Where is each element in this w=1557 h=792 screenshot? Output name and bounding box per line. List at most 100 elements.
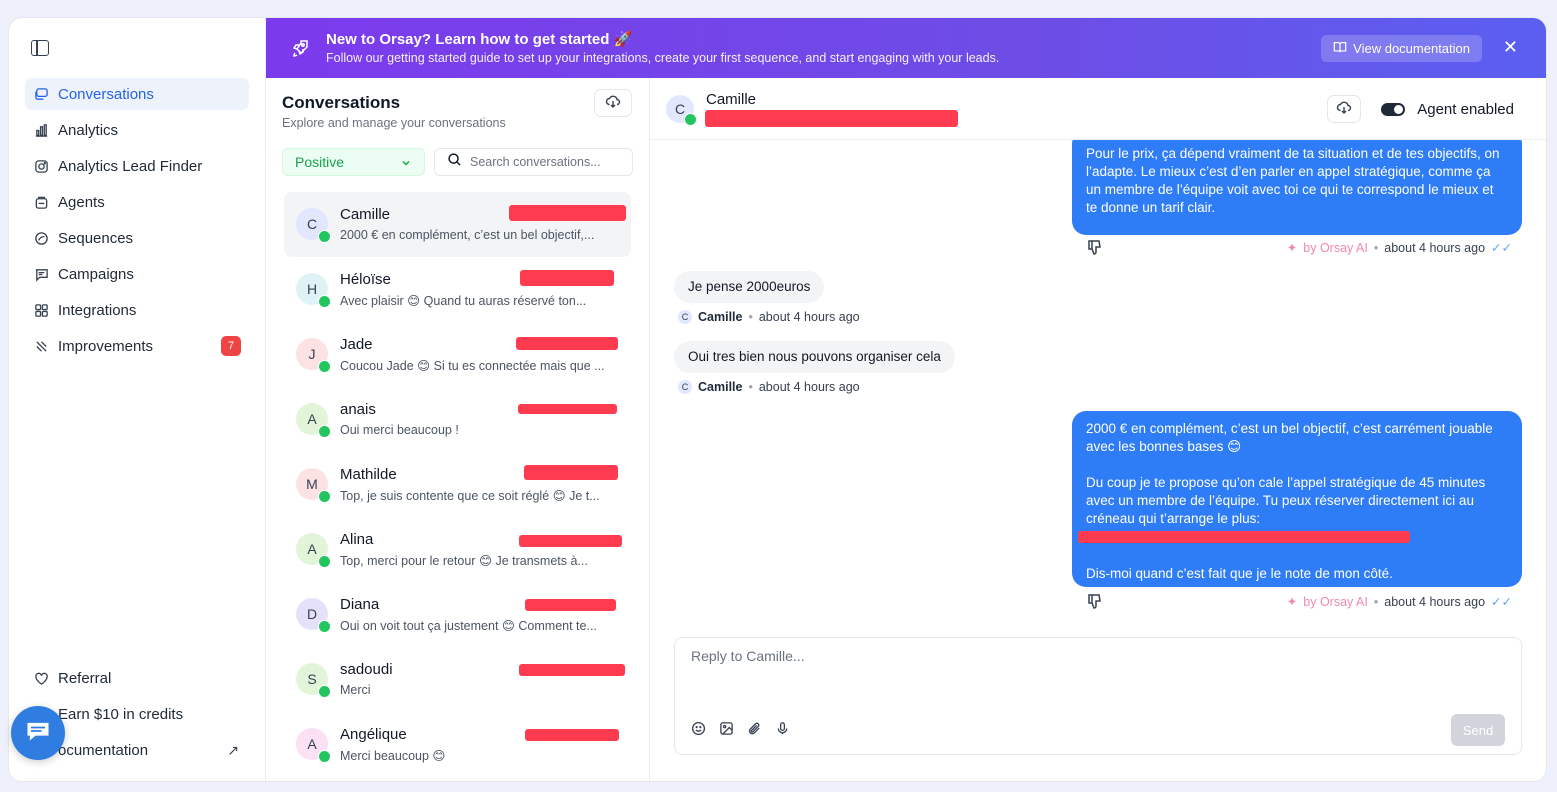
conversation-preview: Oui on voit tout ça justement 😊 Comment … [340,619,597,633]
rocket-icon [290,38,310,58]
message-time: about 4 hours ago [758,380,860,394]
list-item[interactable]: J Jade Coucou Jade 😊 Si tu es connectée … [284,322,631,387]
conversation-name: Camille [340,206,391,223]
improvements-count-badge: 7 [221,336,241,356]
sidebar-item-campaigns[interactable]: Campaigns [25,258,249,290]
sidebar-item-label: Conversations [58,85,154,103]
sidebar-nav: Conversations Analytics Analytics Lead F… [25,78,249,366]
sidebar: Conversations Analytics Analytics Lead F… [9,18,266,781]
whatsapp-icon [318,295,331,308]
agent-toggle[interactable]: Agent enabled [1373,94,1522,124]
list-subtitle: Explore and manage your conversations [282,116,506,130]
list-item[interactable]: A Angélique Merci beaucoup 😊 [284,712,631,777]
thumbs-down-icon[interactable] [1086,239,1102,260]
chat-icon [34,87,49,102]
conversation-name: Jade [340,336,373,353]
book-open-icon [1333,40,1347,57]
conversation-name: Mathilde [340,466,397,483]
list-title: Conversations [282,93,401,112]
sidebar-item-improvements[interactable]: Improvements 7 [25,330,249,362]
redaction-mark [524,465,618,480]
campaign-icon [34,267,49,282]
message-meta: C Camille • about 4 hours ago [678,380,860,394]
reply-composer: Send [674,637,1522,755]
sidebar-item-conversations[interactable]: Conversations [25,78,249,110]
whatsapp-icon [684,113,697,126]
send-button[interactable]: Send [1451,714,1505,746]
heart-icon [34,671,49,686]
conversation-preview: 2000 € en complément, c’est un bel objec… [340,228,595,242]
agent-label: Agent enabled [1417,100,1514,118]
attachment-icon[interactable] [747,721,762,736]
ai-sparkle-icon: ✦ [1286,595,1298,609]
avatar: D [296,598,331,633]
sidebar-item-label: Earn $10 in credits [58,705,184,723]
conversation-preview: Avec plaisir 😊 Quand tu auras réservé to… [340,294,587,308]
conversation-preview: Top, je suis contente que ce soit réglé … [340,489,600,503]
sidebar-item-analytics[interactable]: Analytics [25,114,249,146]
message-meta: ✦ by Orsay AI • about 4 hours ago ✓✓ [1286,240,1512,256]
conversation-name: anais [340,401,376,418]
onboarding-banner: New to Orsay? Learn how to get started 🚀… [266,18,1546,78]
thumbs-down-icon[interactable] [1086,593,1102,614]
sidebar-item-analytics-lead-finder[interactable]: Analytics Lead Finder [25,150,249,182]
search-input[interactable] [470,155,620,169]
external-link-icon: ↗ [227,742,239,758]
sidebar-item-label: Agents [58,193,105,211]
message-author: Camille [698,380,743,394]
search-icon [447,152,462,172]
contact-name: Camille [706,91,757,108]
whatsapp-icon [318,750,331,763]
avatar: J [296,338,331,373]
conversation-name: sadoudi [340,661,393,678]
sidebar-item-agents[interactable]: Agents [25,186,249,218]
sidebar-item-sequences[interactable]: Sequences [25,222,249,254]
list-item[interactable]: S sadoudi Merci [284,647,631,712]
microphone-icon[interactable] [775,721,790,736]
sentiment-filter-select[interactable]: Positive [282,148,425,176]
redaction-mark [525,729,619,741]
sidebar-item-referral[interactable]: Referral [25,662,249,694]
whatsapp-icon [318,425,331,438]
list-item[interactable]: H Héloïse Avec plaisir 😊 Quand tu auras … [284,257,631,322]
agent-switch[interactable] [1381,102,1406,116]
export-chat-button[interactable] [1327,95,1361,123]
sidebar-item-integrations[interactable]: Integrations [25,294,249,326]
close-icon[interactable]: ✕ [1503,38,1518,56]
sidebar-item-label: Analytics Lead Finder [58,157,203,175]
chat-header: C Camille Agent enabled [650,78,1546,140]
emoji-icon[interactable] [691,721,706,736]
sidebar-item-label: Campaigns [58,265,134,283]
sidebar-item-label: Integrations [58,301,137,319]
conversation-preview: Coucou Jade 😊 Si tu es connectée mais qu… [340,359,605,373]
banner-title: New to Orsay? Learn how to get started 🚀 [326,31,633,48]
avatar: M [296,468,331,503]
view-documentation-button[interactable]: View documentation [1321,35,1482,62]
list-item[interactable]: M Mathilde Top, je suis contente que ce … [284,452,631,517]
message-time: about 4 hours ago [758,310,860,324]
list-item[interactable]: A anais Oui merci beaucoup ! [284,387,631,452]
redaction-mark [519,535,622,547]
whatsapp-icon [318,555,331,568]
avatar: A [296,728,331,763]
redaction-mark [518,404,617,414]
conversation-preview: Oui merci beaucoup ! [340,423,459,437]
chevron-down-icon [400,156,412,172]
instagram-icon [34,159,49,174]
chat-bubble-icon [24,717,52,750]
list-item[interactable]: D Diana Oui on voit tout ça justement 😊 … [284,582,631,647]
list-item[interactable]: C Camille 2000 € en complément, c’est un… [284,192,631,257]
sidebar-toggle-icon[interactable] [31,40,49,56]
sidebar-item-label: Analytics [58,121,119,139]
bot-icon [34,195,49,210]
tools-icon [34,339,49,354]
message-meta: C Camille • about 4 hours ago [678,310,860,324]
export-button[interactable] [594,89,632,117]
reply-input[interactable] [691,648,1391,688]
by-ai-label: by Orsay AI [1303,240,1368,255]
outgoing-message: Pour le prix, ça dépend vraiment de ta s… [1072,140,1522,235]
list-item[interactable]: A Alina Top, merci pour le retour 😊 Je t… [284,517,631,582]
image-icon[interactable] [719,721,734,736]
message-time: about 4 hours ago [1384,594,1486,609]
support-chat-button[interactable] [11,706,65,760]
